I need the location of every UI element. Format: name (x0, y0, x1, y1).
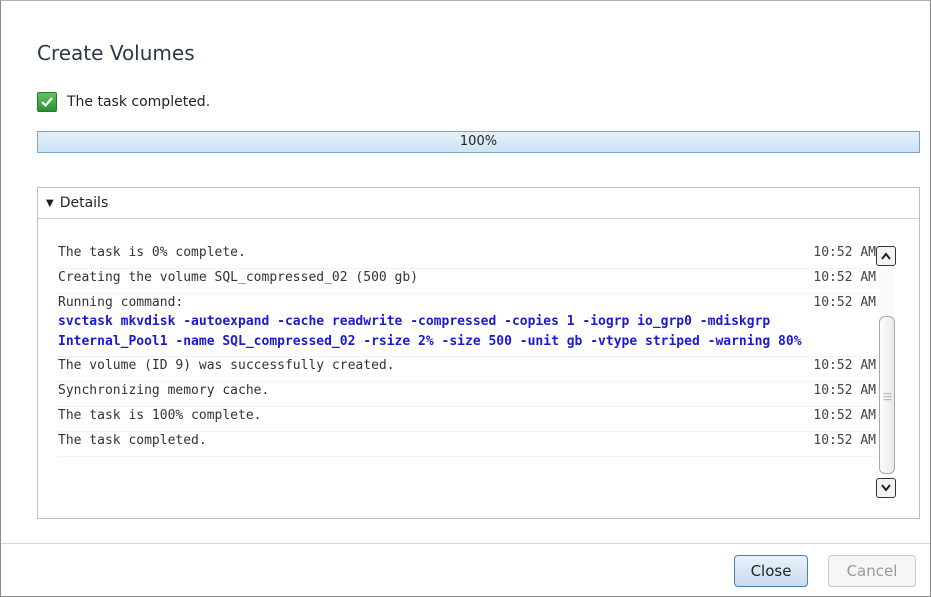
cancel-button[interactable]: Cancel (828, 555, 916, 587)
details-header-label: Details (59, 195, 109, 211)
log-message: The task is 100% complete. (58, 408, 262, 423)
triangle-down-icon: ▼ (46, 197, 54, 209)
list-item: The volume (ID 9) was successfully creat… (58, 357, 876, 382)
log-time: 10:52 AM (813, 295, 876, 310)
details-log: The task is 0% complete. 10:52 AM Creati… (58, 244, 876, 457)
log-time: 10:52 AM (813, 245, 876, 260)
log-command: svctask mkvdisk -autoexpand -cache readw… (58, 314, 802, 349)
check-icon (37, 92, 57, 112)
list-item: Creating the volume SQL_compressed_02 (5… (58, 269, 876, 294)
footer-divider (1, 543, 930, 544)
log-message: Running command: (58, 295, 184, 310)
log-scrollbar[interactable]: — — — (874, 244, 898, 498)
grip-icon: — — — (883, 389, 892, 405)
log-time: 10:52 AM (813, 358, 876, 373)
list-item: Running command: 10:52 AM svctask mkvdis… (58, 294, 876, 357)
list-item: Synchronizing memory cache. 10:52 AM (58, 382, 876, 407)
scroll-track[interactable]: — — — (879, 266, 895, 474)
status-text: The task completed. (67, 94, 211, 110)
create-volumes-dialog: Create Volumes The task completed. 100% … (0, 0, 931, 597)
log-message: Synchronizing memory cache. (58, 383, 270, 398)
list-item: The task completed. 10:52 AM (58, 432, 876, 457)
log-message: The task completed. (58, 433, 207, 448)
log-message: Creating the volume SQL_compressed_02 (5… (58, 270, 419, 285)
list-item: The task is 0% complete. 10:52 AM (58, 244, 876, 269)
list-item: The task is 100% complete. 10:52 AM (58, 407, 876, 432)
log-message: The task is 0% complete. (58, 245, 246, 260)
progress-label: 100% (459, 134, 498, 149)
scroll-thumb[interactable]: — — — (879, 316, 895, 474)
progress-bar: 100% (37, 131, 920, 153)
log-message: The volume (ID 9) was successfully creat… (58, 358, 395, 373)
chevron-up-icon[interactable] (876, 246, 896, 266)
log-time: 10:52 AM (813, 433, 876, 448)
details-toggle[interactable]: ▼ Details (38, 188, 919, 219)
log-time: 10:52 AM (813, 383, 876, 398)
details-panel: ▼ Details The task is 0% complete. 10:52… (37, 187, 920, 519)
log-time: 10:52 AM (813, 408, 876, 423)
task-status: The task completed. (37, 91, 210, 113)
dialog-title: Create Volumes (37, 41, 195, 65)
chevron-down-icon[interactable] (876, 478, 896, 498)
close-button[interactable]: Close (734, 555, 808, 587)
log-time: 10:52 AM (813, 270, 876, 285)
